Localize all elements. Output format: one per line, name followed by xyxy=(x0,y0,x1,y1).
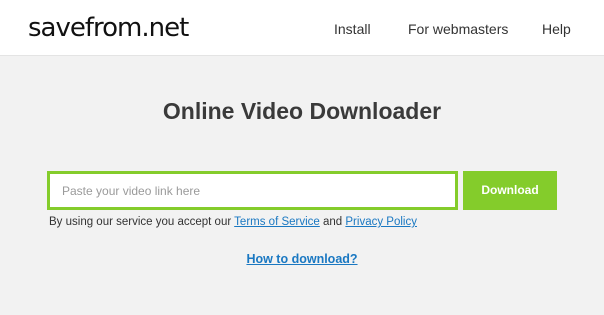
how-to-download: How to download? xyxy=(0,250,604,268)
site-header: savefrom.net Install For webmasters Help xyxy=(0,0,604,56)
terms-prefix: By using our service you accept our xyxy=(49,216,235,228)
nav-install-link[interactable]: Install xyxy=(334,19,371,39)
download-button[interactable]: Download xyxy=(463,171,557,210)
logo[interactable]: savefrom.net xyxy=(28,10,189,46)
terms-and: and xyxy=(319,216,346,228)
privacy-policy-link[interactable]: Privacy Policy xyxy=(345,216,417,228)
nav-webmasters-link[interactable]: For webmasters xyxy=(408,19,508,39)
video-url-input[interactable] xyxy=(50,174,455,207)
page-title: Online Video Downloader xyxy=(162,98,442,124)
url-input-frame xyxy=(47,171,458,210)
terms-notice: By using our service you accept our Term… xyxy=(49,214,417,230)
terms-of-service-link[interactable]: Terms of Service xyxy=(234,216,320,228)
nav-help-link[interactable]: Help xyxy=(542,19,571,39)
how-to-download-link[interactable]: How to download? xyxy=(246,252,357,266)
